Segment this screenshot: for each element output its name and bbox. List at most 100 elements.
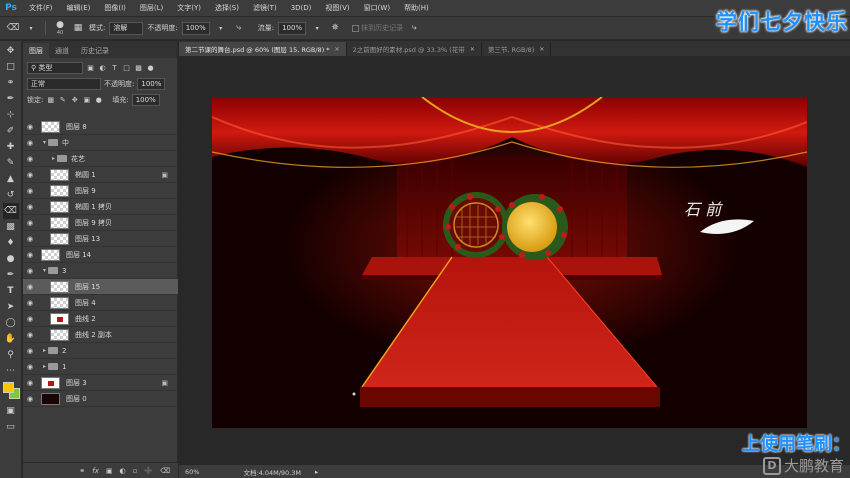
filter-shape-icon[interactable]: □ bbox=[122, 64, 131, 73]
chevron-down-icon[interactable]: ▾ bbox=[214, 21, 228, 35]
eraser-tool-icon[interactable]: ⌫ bbox=[6, 21, 20, 35]
brush-tool-icon[interactable]: ✎ bbox=[3, 155, 19, 171]
layer-row[interactable]: ◉ 图层 3 ▣ bbox=[23, 375, 178, 391]
chevron-down-icon[interactable]: ▾ bbox=[41, 139, 48, 146]
menu-view[interactable]: 视图(V) bbox=[318, 3, 356, 13]
visibility-eye-icon[interactable]: ◉ bbox=[23, 139, 37, 147]
visibility-eye-icon[interactable]: ◉ bbox=[23, 299, 37, 307]
chevron-right-icon[interactable]: ▸ bbox=[315, 468, 318, 476]
visibility-eye-icon[interactable]: ◉ bbox=[23, 395, 37, 403]
visibility-eye-icon[interactable]: ◉ bbox=[23, 315, 37, 323]
chevron-right-icon[interactable]: ▸ bbox=[41, 347, 48, 354]
layer-row[interactable]: ◉ 图层 9 bbox=[23, 183, 178, 199]
quick-select-tool-icon[interactable]: ✒ bbox=[3, 91, 19, 107]
layer-row[interactable]: ◉ 图层 8 bbox=[23, 119, 178, 135]
healing-brush-tool-icon[interactable]: ✚ bbox=[3, 139, 19, 155]
visibility-eye-icon[interactable]: ◉ bbox=[23, 187, 37, 195]
filter-type-icon[interactable]: T bbox=[110, 64, 119, 73]
menu-file[interactable]: 文件(F) bbox=[22, 3, 60, 13]
screen-mode-icon[interactable]: ▭ bbox=[3, 419, 19, 435]
ellipse-tool-icon[interactable]: ◯ bbox=[3, 315, 19, 331]
menu-image[interactable]: 图像(I) bbox=[97, 3, 133, 13]
layer-group-row[interactable]: ◉ ▸ 2 bbox=[23, 343, 178, 359]
visibility-eye-icon[interactable]: ◉ bbox=[23, 283, 37, 291]
pen-tool-icon[interactable]: ✒ bbox=[3, 267, 19, 283]
filter-smart-object-icon[interactable]: ▩ bbox=[134, 64, 143, 73]
lock-pixels-icon[interactable]: ✎ bbox=[58, 96, 67, 105]
eraser-tool-icon[interactable]: ⌫ bbox=[2, 203, 19, 219]
eyedropper-tool-icon[interactable]: ✐ bbox=[3, 123, 19, 139]
layer-group-row[interactable]: ◉ ▸ 花艺 bbox=[23, 151, 178, 167]
visibility-eye-icon[interactable]: ◉ bbox=[23, 347, 37, 355]
crop-tool-icon[interactable]: ⊹ bbox=[3, 107, 19, 123]
path-select-tool-icon[interactable]: ➤ bbox=[3, 299, 19, 315]
color-swatches[interactable] bbox=[2, 381, 20, 399]
filter-kind-select[interactable]: ⚲ 类型 bbox=[27, 62, 83, 74]
visibility-eye-icon[interactable]: ◉ bbox=[23, 219, 37, 227]
blur-tool-icon[interactable]: ♦ bbox=[3, 235, 19, 251]
menu-select[interactable]: 选择(S) bbox=[208, 3, 246, 13]
visibility-eye-icon[interactable]: ◉ bbox=[23, 331, 37, 339]
hand-tool-icon[interactable]: ✋ bbox=[3, 331, 19, 347]
visibility-eye-icon[interactable]: ◉ bbox=[23, 363, 37, 371]
doc-tab[interactable]: 2之前图好的素材.psd @ 33.3% (花带 ✕ bbox=[347, 42, 482, 56]
visibility-eye-icon[interactable]: ◉ bbox=[23, 251, 37, 259]
layer-row[interactable]: ◉ 图层 14 bbox=[23, 247, 178, 263]
zoom-level[interactable]: 60% bbox=[185, 468, 199, 476]
brush-preset-picker[interactable]: ● 40 bbox=[53, 20, 67, 36]
history-brush-tool-icon[interactable]: ↺ bbox=[3, 187, 19, 203]
layer-opacity-input[interactable]: 100% bbox=[137, 78, 166, 90]
layer-group-row[interactable]: ◉ ▸ 1 bbox=[23, 359, 178, 375]
layer-group-row[interactable]: ◉ ▾ 3 bbox=[23, 263, 178, 279]
blend-mode-select[interactable]: 正常 bbox=[27, 78, 101, 90]
tab-channels[interactable]: 通道 bbox=[49, 43, 75, 58]
filter-pixel-icon[interactable]: ▣ bbox=[86, 64, 95, 73]
chevron-right-icon[interactable]: ▸ bbox=[50, 155, 57, 162]
foreground-color-swatch[interactable] bbox=[2, 382, 14, 393]
delete-layer-icon[interactable]: ⌫ bbox=[160, 467, 170, 475]
layer-row[interactable]: ◉ 图层 4 bbox=[23, 295, 178, 311]
fill-input[interactable]: 100% bbox=[131, 94, 160, 106]
visibility-eye-icon[interactable]: ◉ bbox=[23, 155, 37, 163]
brush-panel-icon[interactable]: ▦ bbox=[71, 21, 85, 35]
gradient-tool-icon[interactable]: ▩ bbox=[3, 219, 19, 235]
type-tool-icon[interactable]: T bbox=[3, 283, 19, 299]
lock-position-icon[interactable]: ✥ bbox=[70, 96, 79, 105]
layer-row[interactable]: ◉ 曲线 2 副本 bbox=[23, 327, 178, 343]
doc-tab-active[interactable]: 第二节课的舞台.psd @ 60% (图层 15, RGB/8) * ✕ bbox=[179, 42, 347, 56]
layer-row[interactable]: ◉ 图层 0 bbox=[23, 391, 178, 407]
chevron-down-icon[interactable]: ▾ bbox=[41, 267, 48, 274]
lock-all-icon[interactable]: ● bbox=[94, 96, 103, 105]
opacity-input[interactable]: 100% bbox=[181, 21, 210, 35]
layer-row[interactable]: ◉ 曲线 2 bbox=[23, 311, 178, 327]
menu-layer[interactable]: 图层(L) bbox=[133, 3, 170, 13]
quick-mask-icon[interactable]: ▣ bbox=[3, 403, 19, 419]
visibility-eye-icon[interactable]: ◉ bbox=[23, 123, 37, 131]
menu-3d[interactable]: 3D(D) bbox=[284, 4, 319, 12]
filter-toggle-icon[interactable]: ● bbox=[146, 64, 155, 73]
visibility-eye-icon[interactable]: ◉ bbox=[23, 203, 37, 211]
menu-type[interactable]: 文字(Y) bbox=[170, 3, 208, 13]
layer-group-row[interactable]: ◉ ▾ 中 bbox=[23, 135, 178, 151]
erase-to-history-checkbox[interactable]: 抹到历史记录 bbox=[352, 23, 403, 33]
lasso-tool-icon[interactable]: ⚭ bbox=[3, 75, 19, 91]
tab-layers[interactable]: 图层 bbox=[23, 43, 49, 58]
menu-window[interactable]: 窗口(W) bbox=[357, 3, 397, 13]
filter-adjustment-icon[interactable]: ◐ bbox=[98, 64, 107, 73]
layer-style-icon[interactable]: fx bbox=[92, 467, 99, 475]
more-tools-icon[interactable]: ⋯ bbox=[3, 363, 19, 379]
layer-row[interactable]: ◉ 椭圆 1 ▣ bbox=[23, 167, 178, 183]
airbrush-icon[interactable]: ✵ bbox=[328, 21, 342, 35]
chevron-right-icon[interactable]: ▸ bbox=[41, 363, 48, 370]
menu-edit[interactable]: 编辑(E) bbox=[60, 3, 98, 13]
dodge-tool-icon[interactable]: ● bbox=[3, 251, 19, 267]
chevron-down-icon[interactable]: ▾ bbox=[24, 21, 38, 35]
marquee-tool-icon[interactable]: □ bbox=[3, 59, 19, 75]
close-icon[interactable]: ✕ bbox=[470, 46, 475, 53]
layer-row[interactable]: ◉ 图层 9 拷贝 bbox=[23, 215, 178, 231]
close-icon[interactable]: ✕ bbox=[335, 46, 340, 53]
tab-history[interactable]: 历史记录 bbox=[75, 43, 115, 58]
menu-filter[interactable]: 滤镜(T) bbox=[246, 3, 284, 13]
clone-stamp-tool-icon[interactable]: ▲ bbox=[3, 171, 19, 187]
document-canvas[interactable]: 石 前 bbox=[212, 97, 807, 428]
